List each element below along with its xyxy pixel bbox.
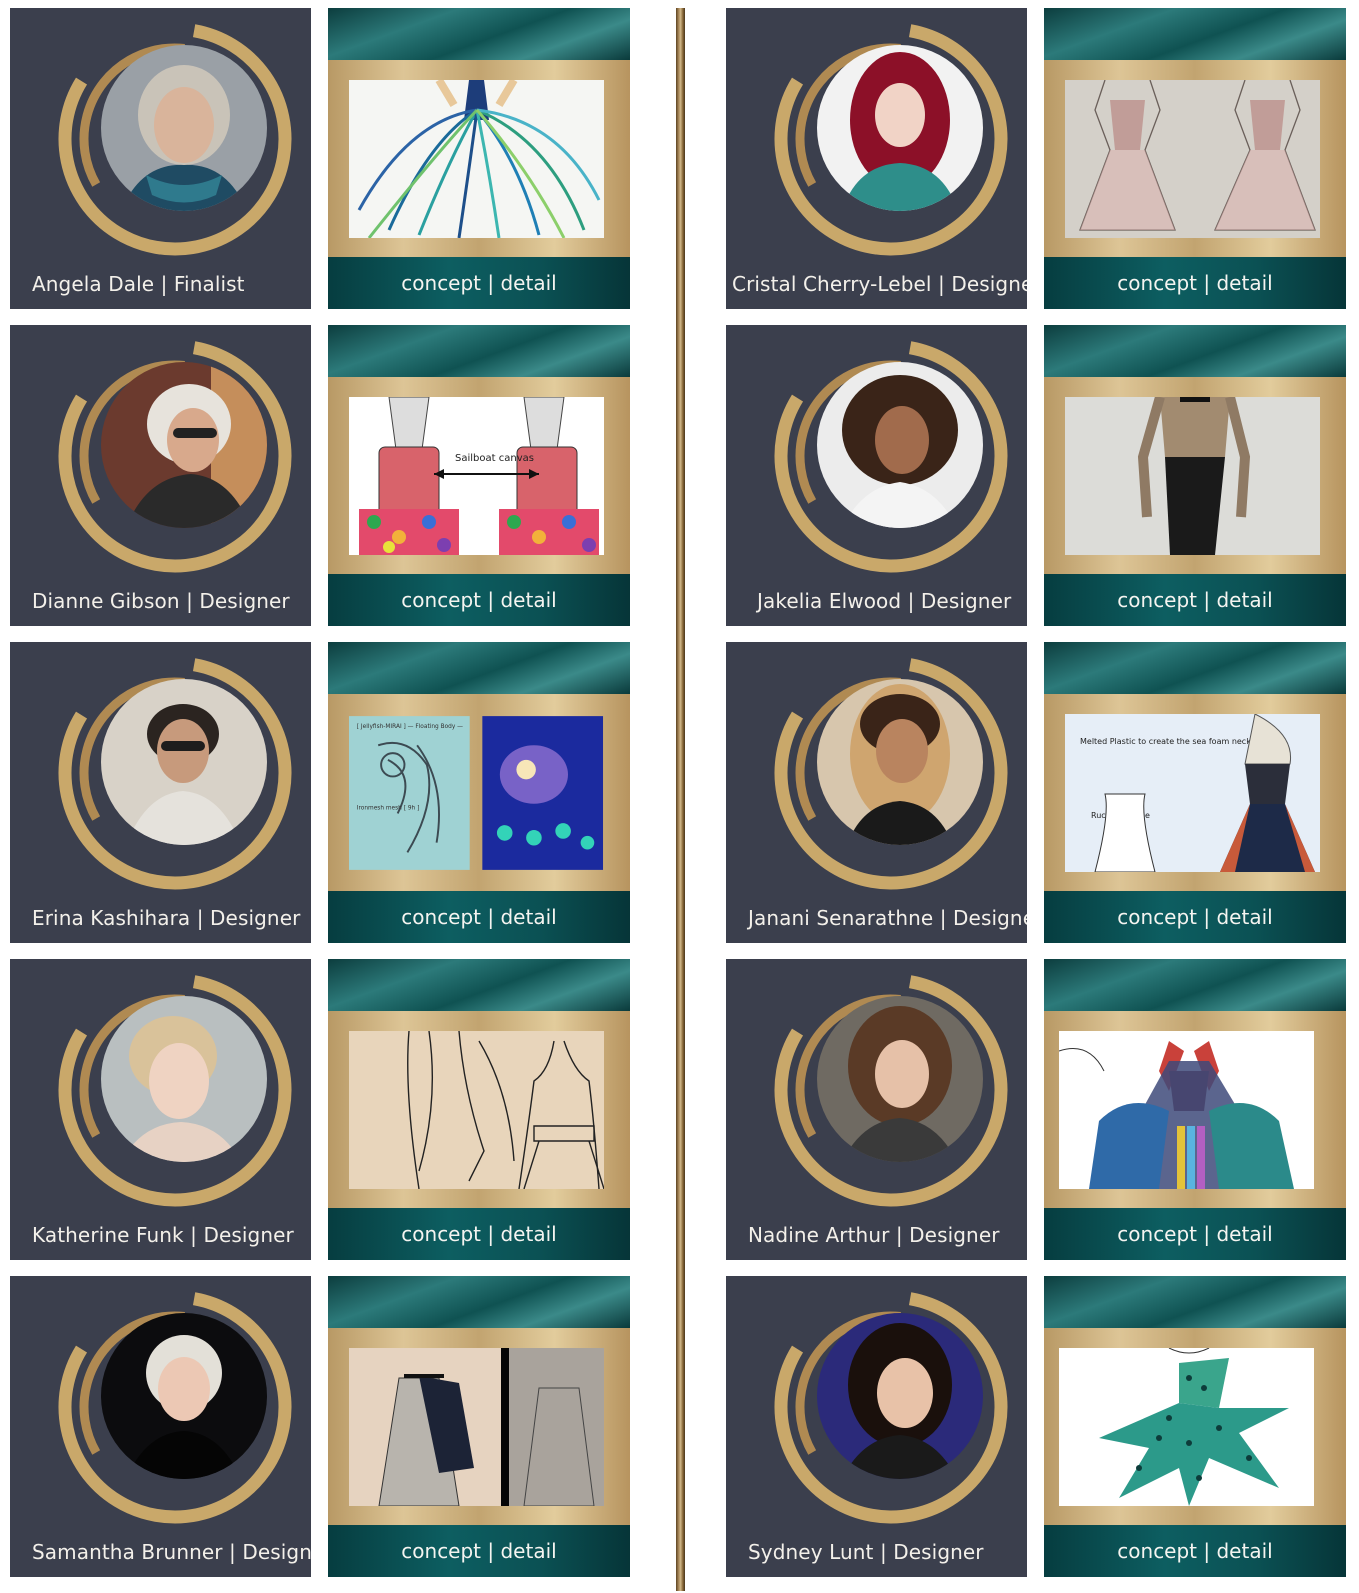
concept-detail-link[interactable]: concept | detail xyxy=(328,257,630,309)
designer-row: Dianne Gibson | Designer Sailboat canvas xyxy=(10,325,630,626)
concept-detail-link[interactable]: concept | detail xyxy=(1044,1525,1346,1577)
concept-detail-link[interactable]: concept | detail xyxy=(1044,257,1346,309)
teal-banner xyxy=(1044,642,1346,694)
concept-card[interactable]: Melted Plastic to create the sea foam ne… xyxy=(1044,642,1346,943)
seafoam-note-text: Melted Plastic to create the sea foam ne… xyxy=(1080,737,1276,746)
designer-avatar xyxy=(817,1313,983,1479)
designer-row: Angela Dale | Finalist concept | detail xyxy=(10,8,630,309)
concept-image xyxy=(349,80,604,238)
concept-card[interactable]: concept | detail xyxy=(328,1276,630,1577)
designer-profile-card[interactable]: Katherine Funk | Designer xyxy=(10,959,311,1260)
designer-avatar xyxy=(101,679,267,845)
column-divider xyxy=(676,8,685,1591)
concept-image xyxy=(1065,397,1320,555)
concept-image xyxy=(1065,80,1320,238)
designer-profile-card[interactable]: Cristal Cherry-Lebel | Designer xyxy=(726,8,1027,309)
designer-profile-card[interactable]: Nadine Arthur | Designer xyxy=(726,959,1027,1260)
designer-avatar xyxy=(101,45,267,211)
designer-row: Samantha Brunner | Designer concept | de… xyxy=(10,1276,630,1577)
teal-banner xyxy=(328,642,630,694)
concept-detail-link[interactable]: concept | detail xyxy=(328,1525,630,1577)
designer-name: Angela Dale | Finalist xyxy=(32,272,245,296)
teal-banner xyxy=(328,325,630,377)
concept-detail-link[interactable]: concept | detail xyxy=(328,891,630,943)
concept-image: Sailboat canvas xyxy=(349,397,604,555)
designer-name: Dianne Gibson | Designer xyxy=(32,589,290,613)
concept-detail-link[interactable]: concept | detail xyxy=(328,1208,630,1260)
designer-avatar xyxy=(817,362,983,528)
designer-row: Nadine Arthur | Designer concept | detai… xyxy=(726,959,1346,1260)
concept-card[interactable]: concept | detail xyxy=(1044,8,1346,309)
concept-detail-link[interactable]: concept | detail xyxy=(1044,574,1346,626)
designer-name: Sydney Lunt | Designer xyxy=(748,1540,984,1564)
concept-detail-link[interactable]: concept | detail xyxy=(1044,1208,1346,1260)
designer-row: Janani Senarathne | Designer Melted Plas… xyxy=(726,642,1346,943)
designer-name: Nadine Arthur | Designer xyxy=(748,1223,1000,1247)
designer-name: Erina Kashihara | Designer xyxy=(32,906,301,930)
designer-name: Cristal Cherry-Lebel | Designer xyxy=(732,272,1027,296)
designer-avatar xyxy=(101,1313,267,1479)
designer-profile-card[interactable]: Sydney Lunt | Designer xyxy=(726,1276,1027,1577)
designer-row: Jakelia Elwood | Designer concept | deta… xyxy=(726,325,1346,626)
designer-avatar xyxy=(101,996,267,1162)
teal-banner xyxy=(1044,8,1346,60)
concept-card[interactable]: concept | detail xyxy=(328,959,630,1260)
designer-name: Samantha Brunner | Designer xyxy=(32,1540,311,1564)
concept-image xyxy=(1059,1031,1314,1189)
designer-name: Katherine Funk | Designer xyxy=(32,1223,294,1247)
teal-banner xyxy=(328,1276,630,1328)
concept-card[interactable]: [ Jellyfish-MIRAI ] — Floating Body — Ir… xyxy=(328,642,630,943)
concept-image: [ Jellyfish-MIRAI ] — Floating Body — Ir… xyxy=(349,714,604,872)
designer-column-right: Cristal Cherry-Lebel | Designer concept … xyxy=(726,8,1346,1593)
designer-row: Sydney Lunt | Designer concept | detail xyxy=(726,1276,1346,1577)
concept-card[interactable]: Sailboat canvas concept | detail xyxy=(328,325,630,626)
designer-name: Janani Senarathne | Designer xyxy=(748,906,1027,930)
concept-detail-link[interactable]: concept | detail xyxy=(328,574,630,626)
concept-card[interactable]: concept | detail xyxy=(1044,959,1346,1260)
concept-card[interactable]: concept | detail xyxy=(328,8,630,309)
designer-avatar xyxy=(817,45,983,211)
concept-image xyxy=(349,1348,604,1506)
designer-profile-card[interactable]: Erina Kashihara | Designer xyxy=(10,642,311,943)
designer-profile-card[interactable]: Dianne Gibson | Designer xyxy=(10,325,311,626)
concept-card[interactable]: concept | detail xyxy=(1044,1276,1346,1577)
designer-profile-card[interactable]: Janani Senarathne | Designer xyxy=(726,642,1027,943)
designer-avatar xyxy=(101,362,267,528)
concept-card[interactable]: concept | detail xyxy=(1044,325,1346,626)
corset-note-text: Sailboat canvas xyxy=(455,453,534,464)
designer-avatar xyxy=(817,679,983,845)
designer-profile-card[interactable]: Samantha Brunner | Designer xyxy=(10,1276,311,1577)
teal-banner xyxy=(1044,325,1346,377)
designer-row: Erina Kashihara | Designer [ Jellyfish-M… xyxy=(10,642,630,943)
concept-image: Melted Plastic to create the sea foam ne… xyxy=(1065,714,1320,872)
designer-avatar xyxy=(817,996,983,1162)
designer-row: Katherine Funk | Designer concept | deta… xyxy=(10,959,630,1260)
teal-banner xyxy=(1044,1276,1346,1328)
jelly-note-text: Ironmesh mesh [ 9h ] xyxy=(357,806,420,812)
concept-detail-link[interactable]: concept | detail xyxy=(1044,891,1346,943)
designer-profile-card[interactable]: Jakelia Elwood | Designer xyxy=(726,325,1027,626)
designer-row: Cristal Cherry-Lebel | Designer concept … xyxy=(726,8,1346,309)
teal-banner xyxy=(1044,959,1346,1011)
designer-column-left: Angela Dale | Finalist concept | detail … xyxy=(10,8,630,1593)
concept-image xyxy=(349,1031,604,1189)
jelly-title-text: [ Jellyfish-MIRAI ] — Floating Body — xyxy=(357,724,463,730)
designer-name: Jakelia Elwood | Designer xyxy=(757,589,1012,613)
designer-profile-card[interactable]: Angela Dale | Finalist xyxy=(10,8,311,309)
teal-banner xyxy=(328,8,630,60)
concept-image xyxy=(1059,1348,1314,1506)
teal-banner xyxy=(328,959,630,1011)
